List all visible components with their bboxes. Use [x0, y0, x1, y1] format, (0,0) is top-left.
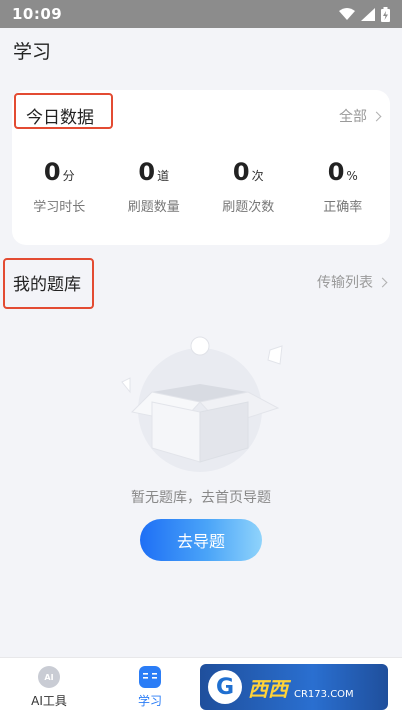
stat-label: 刷题数量	[127, 200, 180, 215]
stat-unit: %	[346, 169, 358, 183]
stat-unit: 分	[62, 169, 75, 183]
chevron-right-icon	[377, 277, 388, 287]
battery-icon	[381, 6, 390, 22]
nav-item-label: AI工具	[31, 694, 67, 708]
stat-value: 0	[43, 158, 61, 186]
today-all-label: 全部	[339, 109, 367, 125]
nav-item-study[interactable]: 学习	[120, 666, 180, 709]
transfer-list-link[interactable]: 传输列表	[317, 272, 388, 292]
today-all-link[interactable]: 全部	[339, 106, 382, 126]
signal-icon	[361, 7, 375, 21]
chevron-right-icon	[371, 111, 382, 121]
status-icons	[339, 6, 390, 22]
stat-unit: 次	[251, 169, 264, 183]
status-time: 10:09	[12, 5, 63, 23]
stat-value: 0	[232, 158, 250, 186]
stat-practice-times: 0 次 刷题次数	[201, 158, 296, 215]
watermark-icon: G	[208, 670, 242, 704]
today-stats: 0 分 学习时长 0 道 刷题数量 0 次 刷题次数 0 % 正确率	[12, 158, 390, 215]
transfer-list-label: 传输列表	[317, 275, 373, 291]
stat-label: 刷题次数	[222, 200, 275, 215]
nav-item-label: 学习	[137, 694, 162, 708]
empty-box-illustration	[121, 336, 283, 472]
wifi-icon	[339, 8, 355, 20]
watermark-logo: G 西西 CR173.COM	[200, 664, 388, 710]
watermark-brand: 西西	[248, 676, 288, 701]
nav-item-ai-tools[interactable]: AI AI工具	[19, 666, 79, 709]
stat-question-count: 0 道 刷题数量	[107, 158, 202, 215]
page-title: 学习	[13, 41, 52, 63]
status-bar: 10:09	[0, 0, 402, 28]
stat-accuracy: 0 % 正确率	[296, 158, 391, 215]
stat-study-duration: 0 分 学习时长	[12, 158, 107, 215]
stat-unit: 道	[157, 169, 170, 183]
today-data-title: 今日数据	[26, 108, 94, 128]
my-library-title: 我的题库	[13, 275, 81, 295]
watermark-sub: CR173.COM	[294, 688, 354, 700]
stat-value: 0	[138, 158, 156, 186]
stat-value: 0	[327, 158, 345, 186]
import-questions-button[interactable]: 去导题	[140, 519, 262, 561]
study-icon	[139, 666, 161, 688]
ai-icon: AI	[38, 666, 60, 688]
empty-state-text: 暂无题库，去首页导题	[131, 490, 271, 506]
stat-label: 正确率	[323, 200, 363, 215]
stat-label: 学习时长	[33, 200, 86, 215]
